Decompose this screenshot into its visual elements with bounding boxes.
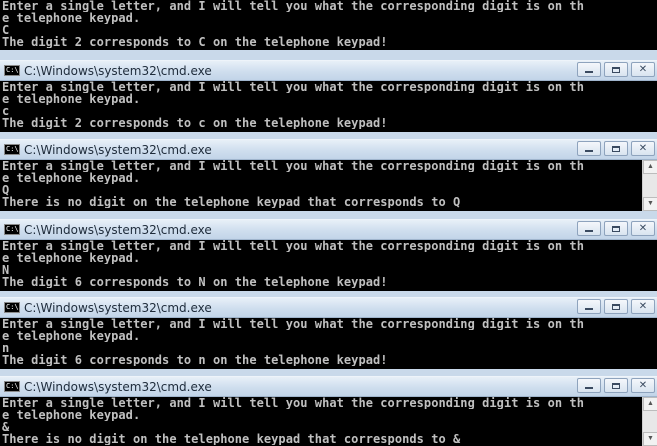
close-icon: ✕	[638, 142, 648, 154]
console-line: e telephone keypad.	[2, 252, 141, 264]
maximize-icon	[612, 225, 620, 232]
console-line: The digit 2 corresponds to C on the tele…	[2, 36, 388, 48]
window-title: C:\Windows\system32\cmd.exe	[24, 222, 212, 237]
console-line: The digit 6 corresponds to N on the tele…	[2, 276, 388, 288]
console-line: Enter a single letter, and I will tell y…	[2, 160, 584, 172]
console-line: Enter a single letter, and I will tell y…	[2, 0, 584, 12]
console-line: e telephone keypad.	[2, 330, 141, 342]
cmd-icon: C:\	[4, 302, 20, 313]
scroll-down-icon[interactable]: ▼	[643, 197, 657, 211]
close-icon: ✕	[638, 379, 648, 391]
console-line: The digit 2 corresponds to c on the tele…	[2, 117, 388, 129]
cmd-icon: C:\	[4, 144, 20, 155]
console-line: Enter a single letter, and I will tell y…	[2, 318, 584, 330]
window-title: C:\Windows\system32\cmd.exe	[24, 63, 212, 78]
console-line: There is no digit on the telephone keypa…	[2, 433, 461, 445]
console-output[interactable]: Enter a single letter, and I will tell y…	[0, 240, 657, 291]
title-bar[interactable]: C:\ C:\Windows\system32\cmd.exe ✕	[0, 219, 657, 240]
console-line: &	[2, 421, 10, 433]
minimize-button[interactable]	[577, 141, 601, 156]
console-line: Enter a single letter, and I will tell y…	[2, 397, 584, 409]
close-button[interactable]: ✕	[631, 378, 655, 393]
title-bar[interactable]: C:\ C:\Windows\system32\cmd.exe ✕	[0, 376, 657, 397]
maximize-button[interactable]	[604, 221, 628, 236]
console-line: e telephone keypad.	[2, 12, 141, 24]
maximize-icon	[612, 303, 620, 310]
cmd-window-4: C:\ C:\Windows\system32\cmd.exe ✕ Enter …	[0, 219, 657, 291]
minimize-icon	[585, 150, 593, 152]
minimize-icon	[585, 71, 593, 73]
scrollbar[interactable]: ▲ ▼	[642, 160, 657, 211]
window-title: C:\Windows\system32\cmd.exe	[24, 300, 212, 315]
maximize-button[interactable]	[604, 378, 628, 393]
cmd-icon: C:\	[4, 381, 20, 392]
console-line: c	[2, 105, 10, 117]
console-line: N	[2, 264, 10, 276]
console-line: The digit 6 corresponds to n on the tele…	[2, 354, 388, 366]
maximize-button[interactable]	[604, 141, 628, 156]
close-icon: ✕	[638, 63, 648, 75]
console-line: e telephone keypad.	[2, 409, 141, 421]
console-line: Enter a single letter, and I will tell y…	[2, 81, 584, 93]
console-output[interactable]: Enter a single letter, and I will tell y…	[0, 318, 657, 369]
minimize-button[interactable]	[577, 378, 601, 393]
console-output[interactable]: Enter a single letter, and I will tell y…	[0, 0, 657, 50]
console-output[interactable]: Enter a single letter, and I will tell y…	[0, 160, 657, 211]
close-button[interactable]: ✕	[631, 141, 655, 156]
close-icon: ✕	[638, 222, 648, 234]
cmd-window-1: Enter a single letter, and I will tell y…	[0, 0, 657, 50]
maximize-button[interactable]	[604, 62, 628, 77]
title-bar[interactable]: C:\ C:\Windows\system32\cmd.exe ✕	[0, 139, 657, 160]
minimize-icon	[585, 387, 593, 389]
close-button[interactable]: ✕	[631, 62, 655, 77]
console-line: C	[2, 24, 10, 36]
cmd-icon: C:\	[4, 224, 20, 235]
minimize-icon	[585, 308, 593, 310]
cmd-icon: C:\	[4, 65, 20, 76]
scroll-up-icon[interactable]: ▲	[643, 397, 657, 411]
minimize-icon	[585, 230, 593, 232]
close-button[interactable]: ✕	[631, 221, 655, 236]
console-line: e telephone keypad.	[2, 172, 141, 184]
maximize-icon	[612, 66, 620, 73]
console-output[interactable]: Enter a single letter, and I will tell y…	[0, 81, 657, 132]
scroll-up-icon[interactable]: ▲	[643, 160, 657, 174]
console-line: Q	[2, 184, 10, 196]
cmd-window-2: C:\ C:\Windows\system32\cmd.exe ✕ Enter …	[0, 60, 657, 132]
cmd-window-3: C:\ C:\Windows\system32\cmd.exe ✕ Enter …	[0, 139, 657, 211]
close-icon: ✕	[638, 300, 648, 312]
scroll-down-icon[interactable]: ▼	[643, 432, 657, 446]
minimize-button[interactable]	[577, 221, 601, 236]
maximize-button[interactable]	[604, 299, 628, 314]
console-line: There is no digit on the telephone keypa…	[2, 196, 461, 208]
console-line: Enter a single letter, and I will tell y…	[2, 240, 584, 252]
console-line: n	[2, 342, 10, 354]
minimize-button[interactable]	[577, 62, 601, 77]
title-bar[interactable]: C:\ C:\Windows\system32\cmd.exe ✕	[0, 60, 657, 81]
close-button[interactable]: ✕	[631, 299, 655, 314]
console-line: e telephone keypad.	[2, 93, 141, 105]
maximize-icon	[612, 382, 620, 389]
maximize-icon	[612, 145, 620, 152]
scrollbar[interactable]: ▲ ▼	[642, 397, 657, 446]
cmd-window-5: C:\ C:\Windows\system32\cmd.exe ✕ Enter …	[0, 297, 657, 369]
cmd-window-6: C:\ C:\Windows\system32\cmd.exe ✕ Enter …	[0, 376, 657, 446]
title-bar[interactable]: C:\ C:\Windows\system32\cmd.exe ✕	[0, 297, 657, 318]
window-title: C:\Windows\system32\cmd.exe	[24, 379, 212, 394]
minimize-button[interactable]	[577, 299, 601, 314]
console-output[interactable]: Enter a single letter, and I will tell y…	[0, 397, 657, 446]
window-title: C:\Windows\system32\cmd.exe	[24, 142, 212, 157]
